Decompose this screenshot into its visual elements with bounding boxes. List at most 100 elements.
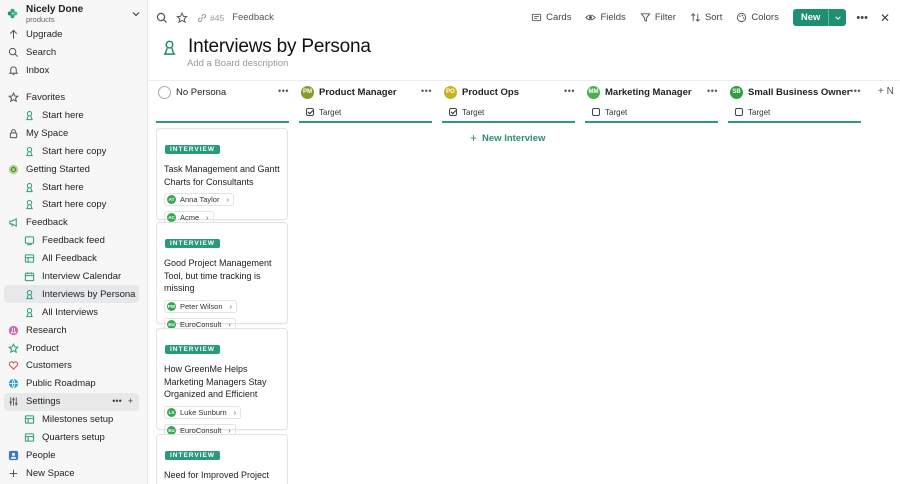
sidebar-item-label: Public Roadmap bbox=[26, 378, 96, 390]
chip-label: Anna Taylor bbox=[180, 195, 220, 204]
column-header[interactable]: MM Marketing Manager ••• bbox=[585, 81, 718, 103]
column-target-field[interactable]: Target bbox=[585, 103, 718, 121]
sidebar-item-label: All Interviews bbox=[42, 306, 98, 318]
chevron-down-icon[interactable] bbox=[131, 9, 141, 19]
sidebar-item-new-space[interactable]: New Space bbox=[0, 464, 143, 482]
sidebar-item-research[interactable]: Research bbox=[0, 321, 143, 339]
sidebar-item-start-here-copy[interactable]: Start here copy bbox=[0, 196, 143, 214]
interview-card[interactable]: INTERVIEW How GreenMe Helps Marketing Man… bbox=[156, 328, 288, 437]
main-board: #45 Feedback Cards Fields Filter Sort Co… bbox=[148, 0, 900, 484]
new-button[interactable]: New bbox=[792, 9, 847, 26]
column-more-icon[interactable]: ••• bbox=[278, 86, 289, 96]
sidebar-item-start-here-copy[interactable]: Start here copy bbox=[0, 142, 143, 160]
sidebar-item-favorites[interactable]: Favorites bbox=[0, 89, 143, 107]
sidebar-item-label: Quarters setup bbox=[42, 432, 105, 444]
person-chip[interactable]: PW Peter Wilson › bbox=[164, 299, 238, 313]
column-target-field[interactable]: Target bbox=[299, 103, 432, 121]
chevron-down-icon[interactable] bbox=[828, 9, 846, 26]
inbox-icon bbox=[8, 65, 19, 76]
card-type-badge: INTERVIEW bbox=[165, 145, 220, 154]
chip-avatar: PW bbox=[167, 301, 176, 311]
sidebar-item-start-here[interactable]: Start here bbox=[0, 107, 143, 125]
add-column-button[interactable]: + N bbox=[878, 86, 894, 97]
column-target-field[interactable]: Target bbox=[442, 103, 575, 121]
sidebar-item-getting-started[interactable]: Getting Started bbox=[0, 160, 143, 178]
sidebar-item-label: Milestones setup bbox=[42, 414, 114, 426]
sidebar-item-my-space[interactable]: My Space bbox=[0, 124, 143, 142]
breadcrumb[interactable]: Feedback bbox=[232, 12, 274, 23]
new-interview-button[interactable]: + New Interview bbox=[470, 131, 545, 145]
target-checkbox[interactable] bbox=[449, 108, 457, 116]
sidebar-item-search[interactable]: Search bbox=[0, 44, 143, 62]
board-column: No Persona ••• bbox=[156, 81, 289, 123]
cards-button[interactable]: Cards bbox=[531, 12, 571, 23]
plus-icon bbox=[8, 468, 19, 479]
sidebar-item-feedback[interactable]: Feedback bbox=[0, 214, 143, 232]
interview-card[interactable]: INTERVIEW Good Project Management Tool, b… bbox=[156, 222, 288, 331]
column-divider bbox=[299, 121, 432, 123]
column-target-field[interactable]: Target bbox=[728, 103, 861, 121]
filter-button[interactable]: Filter bbox=[640, 12, 676, 23]
page-title[interactable]: Interviews by Persona bbox=[188, 36, 371, 58]
card-title: How GreenMe Helps Marketing Managers Sta… bbox=[164, 364, 267, 399]
column-header[interactable]: No Persona ••• bbox=[156, 81, 289, 103]
sidebar-item-start-here[interactable]: Start here bbox=[0, 178, 143, 196]
person-chip[interactable]: LS Luke Sunburn › bbox=[164, 405, 242, 419]
column-header[interactable]: PO Product Ops ••• bbox=[442, 81, 575, 103]
column-more-icon[interactable]: ••• bbox=[707, 86, 718, 96]
close-icon[interactable]: ✕ bbox=[880, 11, 890, 25]
sidebar-item-label: Customers bbox=[26, 360, 72, 372]
chevron-right-icon: › bbox=[229, 301, 233, 311]
target-checkbox[interactable] bbox=[306, 108, 314, 116]
column-target-field bbox=[156, 103, 289, 121]
sidebar-item-people[interactable]: People bbox=[0, 446, 143, 464]
column-header[interactable]: PM Product Manager ••• bbox=[299, 81, 432, 103]
more-options-icon[interactable]: ••• bbox=[856, 12, 868, 24]
target-checkbox[interactable] bbox=[735, 108, 743, 116]
colors-button[interactable]: Colors bbox=[736, 12, 779, 23]
card-type-badge: INTERVIEW bbox=[165, 345, 220, 354]
target-checkbox[interactable] bbox=[592, 108, 600, 116]
column-more-icon[interactable]: ••• bbox=[421, 86, 432, 96]
lock-icon bbox=[8, 128, 19, 139]
persona-avatar bbox=[158, 85, 171, 99]
card-type-badge: INTERVIEW bbox=[165, 239, 220, 248]
chip-label: Luke Sunburn bbox=[180, 407, 227, 417]
sidebar-item-upgrade[interactable]: Upgrade bbox=[0, 26, 143, 44]
sidebar-item-interview-calendar[interactable]: Interview Calendar bbox=[0, 268, 143, 286]
person-chip[interactable]: AT Anna Taylor › bbox=[164, 193, 234, 206]
sidebar-item-product[interactable]: Product bbox=[0, 339, 143, 357]
target-label: Target bbox=[319, 107, 342, 117]
fields-button[interactable]: Fields bbox=[585, 12, 626, 23]
sidebar-item-inbox[interactable]: Inbox bbox=[0, 62, 143, 80]
persona-avatar: SB bbox=[730, 85, 743, 99]
more-options-icon[interactable]: ••• bbox=[112, 396, 121, 406]
sidebar-item-public-roadmap[interactable]: Public Roadmap bbox=[0, 375, 143, 393]
sidebar-item-milestones-setup[interactable]: Milestones setup bbox=[0, 411, 143, 429]
column-more-icon[interactable]: ••• bbox=[850, 86, 861, 96]
workspace-switcher[interactable]: Nicely Done products bbox=[0, 0, 147, 26]
eye-icon bbox=[585, 14, 597, 21]
cards-icon bbox=[532, 13, 542, 22]
sort-button[interactable]: Sort bbox=[690, 12, 722, 23]
sidebar-item-all-feedback[interactable]: All Feedback bbox=[0, 250, 143, 268]
sort-icon bbox=[690, 13, 700, 22]
interview-card[interactable]: INTERVIEW Need for Improved Project Manag… bbox=[156, 434, 288, 484]
sidebar-item-feedback-feed[interactable]: Feedback feed bbox=[0, 232, 143, 250]
sidebar-item-quarters-setup[interactable]: Quarters setup bbox=[0, 429, 143, 447]
interview-card[interactable]: INTERVIEW Task Management and Gantt Chart… bbox=[156, 128, 288, 224]
card-relation-row: PW Peter Wilson › bbox=[164, 295, 280, 313]
sidebar-item-customers[interactable]: Customers bbox=[0, 357, 143, 375]
column-header[interactable]: SB Small Business Owner ••• bbox=[728, 81, 861, 103]
search-icon[interactable] bbox=[156, 12, 168, 24]
star-icon[interactable] bbox=[176, 11, 188, 24]
column-more-icon[interactable]: ••• bbox=[564, 86, 575, 96]
sidebar-item-interviews-by-persona[interactable]: Interviews by Persona bbox=[4, 285, 139, 304]
sidebar-item-settings[interactable]: Settings ••• + bbox=[4, 392, 139, 411]
board-column: SB Small Business Owner ••• Target bbox=[728, 81, 861, 123]
plus-icon[interactable]: + bbox=[128, 396, 133, 406]
sidebar-item-label: Feedback bbox=[26, 217, 68, 229]
board-description-input[interactable]: Add a Board description bbox=[187, 58, 288, 69]
sidebar-item-all-interviews[interactable]: All Interviews bbox=[0, 303, 143, 321]
link-icon[interactable] bbox=[196, 12, 208, 24]
